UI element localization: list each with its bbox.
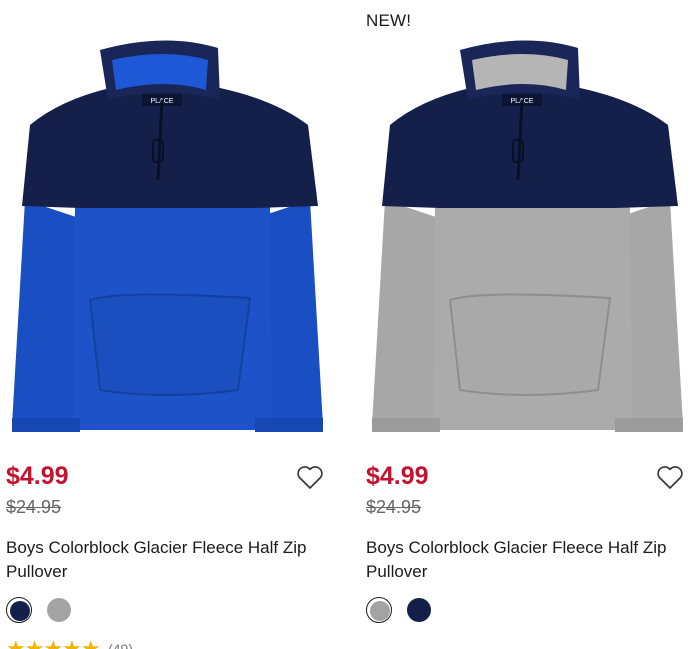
- list-price: $24.95: [6, 497, 62, 517]
- product-image[interactable]: PLACE: [360, 30, 695, 440]
- product-title-link[interactable]: Boys Colorblock Glacier Fleece Half Zip …: [6, 536, 331, 584]
- rating[interactable]: ★★★★★ (49): [6, 636, 133, 649]
- product-card: PLACE $4.99 $24.95 Boys Colorblock Glaci…: [0, 0, 330, 649]
- star-rating: ★★★★★: [6, 636, 101, 649]
- swatch-navy[interactable]: [406, 597, 432, 623]
- product-title-link[interactable]: Boys Colorblock Glacier Fleece Half Zip …: [366, 536, 691, 584]
- swatch-gray[interactable]: [46, 597, 72, 623]
- heart-outline-icon[interactable]: [656, 464, 684, 490]
- product-image[interactable]: PLACE: [0, 30, 335, 440]
- list-price: $24.95: [366, 497, 422, 517]
- product-grid: PLACE $4.99 $24.95 Boys Colorblock Glaci…: [0, 0, 697, 649]
- new-badge: NEW!: [366, 11, 412, 30]
- price-row: $4.99: [6, 460, 330, 500]
- review-count: (49): [108, 641, 133, 649]
- product-card: NEW! PLACE: [360, 0, 690, 649]
- price-row: $4.99: [366, 460, 690, 500]
- fleece-pullover-icon: PLACE: [372, 40, 683, 432]
- fleece-pullover-icon: PLACE: [12, 40, 323, 432]
- heart-outline-icon[interactable]: [296, 464, 324, 490]
- sale-price: $4.99: [6, 462, 69, 490]
- swatch-gray[interactable]: [366, 597, 392, 623]
- sale-price: $4.99: [366, 462, 429, 490]
- swatch-navy[interactable]: [6, 597, 32, 623]
